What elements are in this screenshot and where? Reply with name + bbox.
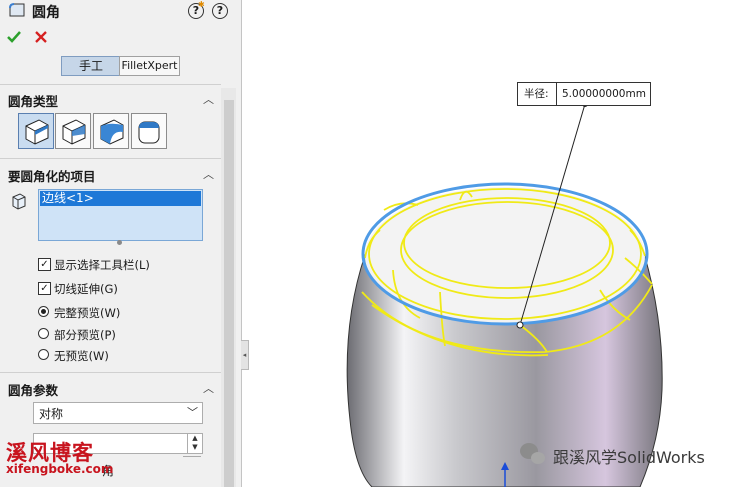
wechat-watermark: 跟溪风学SolidWorks	[553, 448, 705, 467]
callout-anchor-dot	[516, 321, 524, 329]
checkbox-label: 切线延伸(G)	[54, 282, 118, 296]
face-fillet-button[interactable]	[93, 113, 129, 149]
checkbox-label: 显示选择工具栏(L)	[54, 258, 150, 272]
no-preview-radio[interactable]	[38, 349, 49, 360]
tab-manual[interactable]: 手工	[61, 56, 121, 76]
scrollbar-thumb[interactable]	[224, 100, 234, 487]
full-round-fillet-icon	[138, 121, 160, 144]
radius-callout[interactable]: 半径: 5.00000000mm	[517, 82, 651, 106]
spin-stepper[interactable]: ▲ ▼	[187, 434, 202, 453]
check-icon[interactable]	[6, 29, 22, 45]
graphics-viewport[interactable]	[249, 0, 743, 487]
collapse-chevron-icon[interactable]: ︿	[203, 91, 214, 107]
collapse-chevron-icon[interactable]: ︿	[203, 166, 214, 182]
divider	[0, 84, 221, 85]
chevron-down-icon: ﹀	[187, 406, 198, 419]
callout-divider	[556, 83, 557, 105]
variable-size-fillet-button[interactable]	[55, 113, 91, 149]
callout-label: 半径:	[524, 88, 549, 100]
variable-size-fillet-icon	[62, 119, 86, 145]
radio-label: 无预览(W)	[54, 349, 109, 363]
radio-label: 部分预览(P)	[54, 328, 116, 342]
property-manager: 圆角 ? ✱ ? 手工 FilletXpert 圆角类型 ︿ 要圆角化的项目 ︿…	[0, 0, 242, 487]
selection-list[interactable]: 边线<1>	[38, 189, 203, 241]
brand-url: xifengboke.com	[6, 462, 114, 476]
fillet-method-select[interactable]: 对称 ﹀	[33, 402, 203, 424]
fillet-feature-icon	[9, 3, 25, 17]
callout-value[interactable]: 5.00000000mm	[562, 83, 646, 105]
constant-size-fillet-icon	[25, 119, 49, 145]
edge-selection-icon	[12, 193, 26, 210]
x-icon[interactable]	[34, 30, 48, 44]
tab-filletxpert[interactable]: FilletXpert	[119, 56, 180, 76]
face-fillet-icon	[100, 119, 124, 145]
help-icon-2[interactable]: ?	[212, 3, 228, 19]
full-preview-radio[interactable]	[38, 306, 49, 317]
divider	[0, 158, 221, 159]
panel-title: 圆角	[32, 5, 60, 21]
show-selection-toolbar-checkbox[interactable]: ✓	[38, 258, 51, 271]
section-header-fillet-params[interactable]: 圆角参数	[8, 380, 58, 399]
resize-grip-icon[interactable]	[117, 240, 122, 245]
constant-size-fillet-button[interactable]	[18, 113, 54, 149]
fillet-method-value: 对称	[39, 407, 64, 421]
section-header-items-to-fillet[interactable]: 要圆角化的项目	[8, 166, 96, 185]
collapse-chevron-icon[interactable]: ︿	[203, 380, 214, 396]
divider	[183, 456, 201, 457]
partial-preview-radio[interactable]	[38, 328, 49, 339]
section-header-fillet-type[interactable]: 圆角类型	[8, 91, 58, 110]
full-round-fillet-button[interactable]	[131, 113, 167, 149]
tangent-propagation-checkbox[interactable]: ✓	[38, 282, 51, 295]
radio-label: 完整预览(W)	[54, 306, 121, 320]
sparkle-icon: ✱	[198, 0, 205, 9]
divider	[0, 372, 221, 373]
list-item[interactable]: 边线<1>	[40, 191, 201, 206]
panel-collapse-handle[interactable]: ◂	[241, 340, 249, 370]
